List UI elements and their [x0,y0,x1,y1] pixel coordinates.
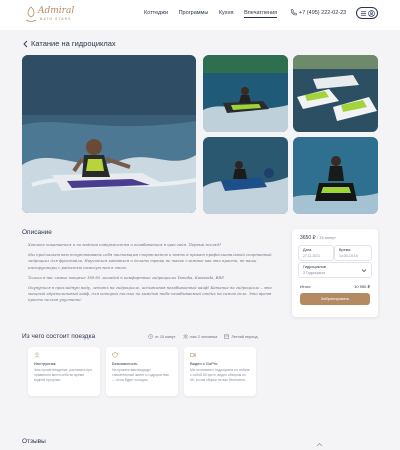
nav-item-impressions[interactable]: Впечатления [244,10,278,18]
date-value: 27.11.2021 [303,254,321,258]
gallery-photo-1[interactable] [203,55,288,132]
trip-meta-season: Летний период [224,334,258,339]
nav-item-cottages[interactable]: Коттеджи [144,10,168,16]
phone-icon [291,9,297,16]
date-field[interactable]: Дата 27.11.2021 [298,245,334,261]
description-paragraph: Мы предлагаем вам почувствовать себя нас… [28,252,272,270]
logo-subtitle: Bath Stars [40,17,72,21]
user-menu-toggle[interactable] [356,7,378,19]
site-header: Admiral Bath Stars Коттеджи Программы Ку… [0,0,400,30]
trip-card-title: Безопасность [112,361,138,366]
user-icon [368,10,375,17]
people-icon [182,334,188,339]
booking-card: 3650 ₽ / 15 минут Дата 27.11.2021 Время … [292,229,378,317]
trip-people-text: max 2 человека [189,335,218,339]
trip-meta-duration: от 15 минут [148,334,176,339]
trip-card-title: Инструктаж [34,361,56,366]
trip-card-safety: Безопасность На прокате вам выдадут спас… [106,347,178,396]
description-title: Описание [22,229,52,236]
instructor-icon [34,352,40,358]
time-label: Время [339,248,351,252]
price: 3650 ₽ / 15 минут [300,235,336,241]
price-unit: / 15 минут [317,235,336,240]
book-button[interactable]: Забронировать [300,293,370,305]
phone-link[interactable]: +7 (495) 222-02-23 [290,9,346,16]
trip-card-briefing: Инструктаж Чем лучше владение, расписать… [28,347,100,396]
gallery-photo-2[interactable] [293,55,378,132]
trip-card-text: Мы отснимем с гидроцикла по тюбинг с соб… [190,368,250,382]
trip-season-text: Летний период [231,335,258,339]
description-paragraph: Только в нас самые мощные 180-65 лошадей… [28,274,225,280]
trip-duration-text: от 15 минут [155,335,176,339]
trip-card-title: Видео с GoPro [190,361,218,366]
jetski-count-select[interactable]: Гидроциклов 3 Гидроцикла [298,262,372,278]
phone-number: +7 (495) 222-02-23 [299,10,347,16]
description-paragraph: Хотите покататься и по водным поверхност… [28,242,222,247]
total-value: 10 950 ₽ [354,284,370,289]
gallery-photo-3[interactable] [203,137,288,214]
trip-card-text: На прокате вам выдадут спасательный жиле… [112,368,169,382]
back-arrow-icon[interactable] [22,40,28,48]
jetski-count-value: 3 Гидроцикла [303,271,326,275]
total-label: Итого [300,284,311,289]
shield-icon [112,352,118,358]
jetski-count-label: Гидроциклов [303,265,326,269]
trip-section-title: Из чего состоит поездка [22,333,96,340]
page-title: Катание на гидроциклах [31,39,116,48]
price-value: 3650 ₽ [300,235,316,241]
video-icon [190,353,196,357]
chevron-down-icon [361,269,367,272]
logo-name: Admiral [38,6,75,16]
main-nav: Коттеджи Программы Кухня Впечатления [144,10,286,18]
trip-meta: от 15 минут max 2 человека Летний период [148,334,264,339]
reviews-title: Отзывы [22,438,46,445]
trip-card-video: Видео с GoPro Мы отснимем с гидроцикла п… [184,347,256,396]
logo-icon [25,6,37,22]
chevron-up-icon[interactable] [316,442,323,447]
nav-item-programs[interactable]: Программы [179,10,209,16]
description-paragraph: Окунуться в прохладную воду, летать на г… [28,285,272,303]
trip-card-text: Чем лучше владение, расписать про правил… [34,368,92,382]
nav-item-kitchen[interactable]: Кухня [219,10,234,16]
gallery-photo-4[interactable] [293,137,378,214]
trip-meta-people: max 2 человека [182,334,218,339]
time-value: 14:30-15:15 [339,254,358,258]
calendar-icon [224,334,230,339]
menu-icon [360,11,367,16]
description-text: Хотите покататься и по водным поверхност… [28,242,280,308]
time-field[interactable]: Время 14:30-15:15 [334,245,372,261]
clock-icon [148,334,153,339]
logo[interactable]: Admiral Bath Stars [24,6,74,24]
gallery-photo-main[interactable] [22,55,196,213]
date-label: Дата [303,248,312,252]
